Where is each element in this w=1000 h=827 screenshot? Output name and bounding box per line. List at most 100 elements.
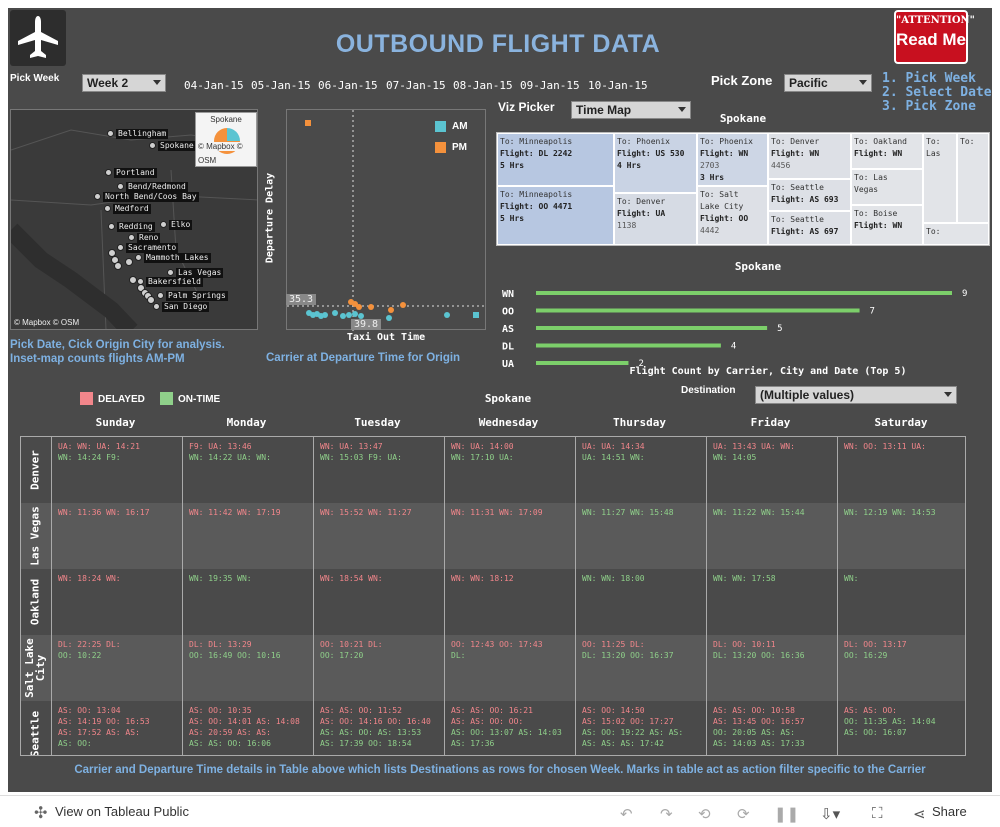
departure-entry[interactable]: DL: 13:20 OO: 16:37	[582, 650, 700, 661]
departure-entry[interactable]: AS: AS: OO: 16:06	[189, 738, 307, 749]
treemap-cell[interactable]: To: Las Vegas	[851, 169, 923, 205]
departure-entry[interactable]: WN: 18:54 WN:	[320, 573, 438, 584]
departure-entry[interactable]: WN: 12:19 WN: 14:53	[844, 507, 961, 518]
calendar-cell[interactable]: WN: OO: 13:11 UA:	[837, 437, 965, 503]
departure-entry[interactable]: OO: 17:20	[320, 650, 438, 661]
departure-entry[interactable]: AS: 15:02 OO: 17:27	[582, 716, 700, 727]
undo-icon[interactable]: ↶	[620, 805, 633, 823]
date-item[interactable]: 07-Jan-15	[386, 79, 453, 92]
calendar-cell[interactable]: WN: WN: 18:12	[444, 569, 575, 635]
departure-entry[interactable]: AS: AS: OO: AS: 13:53	[320, 727, 438, 738]
departure-entry[interactable]: OO: 11:25 DL:	[582, 639, 700, 650]
calendar-cell[interactable]: OO: 11:25 DL: DL: 13:20 OO: 16:37	[575, 635, 706, 701]
departure-entry[interactable]: WN: WN: 17:58	[713, 573, 831, 584]
calendar-cell[interactable]: AS: OO: 13:04 AS: 14:19 OO: 16:53 AS: 17:5…	[51, 701, 182, 755]
departure-entry[interactable]: WN: 11:22 WN: 15:44	[713, 507, 831, 518]
departure-entry[interactable]: AS: AS: OO: OO:	[451, 716, 569, 727]
departure-entry[interactable]: AS: OO:	[58, 738, 176, 749]
departure-entry[interactable]: UA: 14:51 WN:	[582, 452, 700, 463]
scatter-plot[interactable]: AM PM 35.3 39.8	[286, 109, 487, 331]
carrier-bar[interactable]	[536, 343, 721, 348]
calendar-cell[interactable]: OO: 12:43 OO: 17:43 DL:	[444, 635, 575, 701]
departure-entry[interactable]: WN: 11:42 WN: 17:19	[189, 507, 307, 518]
departure-entry[interactable]: DL: OO: 13:17	[844, 639, 961, 650]
calendar-cell[interactable]: WN: 11:27 WN: 15:48	[575, 503, 706, 569]
departure-entry[interactable]: WN: WN: 18:00	[582, 573, 700, 584]
departure-entry[interactable]: AS: OO: 19:22 AS: AS:	[582, 727, 700, 738]
departure-entry[interactable]: WN: 15:52 WN: 11:27	[320, 507, 438, 518]
calendar-cell[interactable]: AS: AS: OO: 16:21 AS: AS: OO: OO: AS: OO: …	[444, 701, 575, 755]
calendar-cell[interactable]: UA: 13:43 UA: WN: WN: 14:05	[706, 437, 837, 503]
departure-entry[interactable]: OO: 16:29	[844, 650, 961, 661]
departure-entry[interactable]: AS: 17:36	[451, 738, 569, 749]
treemap-cell[interactable]: To: Seattle Flight: AS 697	[768, 211, 851, 245]
date-item[interactable]: 05-Jan-15	[251, 79, 318, 92]
treemap-cell[interactable]: To: Salt Lake City Flight: OO 4442	[697, 186, 768, 245]
departure-entry[interactable]: AS: 20:59 AS: AS:	[189, 727, 307, 738]
calendar-cell[interactable]: WN: 19:35 WN:	[182, 569, 313, 635]
calendar-cell[interactable]: OO: 10:21 DL: OO: 17:20	[313, 635, 444, 701]
departure-entry[interactable]: WN: OO: 13:11 UA:	[844, 441, 961, 452]
departure-entry[interactable]: WN: 18:24 WN:	[58, 573, 176, 584]
calendar-cell[interactable]: WN: 18:24 WN:	[51, 569, 182, 635]
departure-entry[interactable]: WN: 15:03 F9: UA:	[320, 452, 438, 463]
destination-dropdown[interactable]: (Multiple values)	[755, 386, 957, 404]
date-item[interactable]: 10-Jan-15	[588, 79, 658, 92]
treemap-cell[interactable]: To: Boise Flight: WN	[851, 205, 923, 245]
carrier-bar[interactable]	[536, 308, 860, 313]
calendar-cell[interactable]: WN: 11:31 WN: 17:09	[444, 503, 575, 569]
departure-entry[interactable]: DL: OO: 10:11	[713, 639, 831, 650]
departure-entry[interactable]: AS: AS: AS: 17:42	[582, 738, 700, 749]
calendar-cell[interactable]: AS: AS: OO: 10:58 AS: 13:45 OO: 16:57 OO: …	[706, 701, 837, 755]
carrier-bar[interactable]	[536, 291, 952, 295]
date-item[interactable]: 08-Jan-15	[453, 79, 520, 92]
calendar-cell[interactable]: DL: DL: 13:29 OO: 16:49 OO: 10:16	[182, 635, 313, 701]
calendar-cell[interactable]: DL: OO: 10:11 DL: 13:20 OO: 16:36	[706, 635, 837, 701]
departure-entry[interactable]: AS: OO: 13:07 AS: 14:03	[451, 727, 569, 738]
carrier-bar[interactable]	[536, 326, 768, 330]
treemap-cell[interactable]: To: Las	[923, 133, 957, 223]
calendar-cell[interactable]: WN: WN: 17:58	[706, 569, 837, 635]
departure-entry[interactable]: AS: AS: OO: 16:21	[451, 705, 569, 716]
departure-entry[interactable]: UA: WN: UA: 14:21	[58, 441, 176, 452]
departure-entry[interactable]: AS: OO: 14:50	[582, 705, 700, 716]
departure-entry[interactable]: WN: UA: 13:47	[320, 441, 438, 452]
departure-entry[interactable]: OO: 20:05 AS: AS:	[713, 727, 831, 738]
calendar-cell[interactable]: UA: WN: UA: 14:21 WN: 14:24 F9:	[51, 437, 182, 503]
fullscreen-icon[interactable]: ⛶	[872, 805, 883, 822]
departure-entry[interactable]: WN: 11:27 WN: 15:48	[582, 507, 700, 518]
download-icon[interactable]: ⇩▾	[820, 805, 840, 823]
departure-entry[interactable]: WN: UA: 14:00	[451, 441, 569, 452]
calendar-cell[interactable]: AS: OO: 14:50 AS: 15:02 OO: 17:27 AS: OO: …	[575, 701, 706, 755]
calendar-cell[interactable]: AS: AS: OO: 11:52 AS: OO: 14:16 OO: 16:40…	[313, 701, 444, 755]
calendar-cell[interactable]: DL: OO: 13:17 OO: 16:29	[837, 635, 965, 701]
treemap-cell[interactable]: To: Phoenix Flight: US 530 4 Hrs	[614, 133, 697, 193]
treemap-cell[interactable]: To:	[957, 133, 989, 223]
time-map-treemap[interactable]: To: Minneapolis Flight: DL 2242 5 Hrs To: …	[496, 132, 990, 246]
departure-entry[interactable]: OO: 10:22	[58, 650, 176, 661]
calendar-cell[interactable]: F9: UA: 13:46 WN: 14:22 UA: WN:	[182, 437, 313, 503]
departure-entry[interactable]: AS: OO: 16:07	[844, 727, 961, 738]
departure-entry[interactable]: AS: 14:03 AS: 17:33	[713, 738, 831, 749]
date-item[interactable]: 06-Jan-15	[318, 79, 386, 92]
departure-entry[interactable]: OO: 16:49 OO: 10:16	[189, 650, 307, 661]
departure-entry[interactable]: DL:	[451, 650, 569, 661]
departure-entry[interactable]: WN: 14:24 F9:	[58, 452, 176, 463]
departure-entry[interactable]: OO: 10:21 DL:	[320, 639, 438, 650]
treemap-cell[interactable]: To: Minneapolis Flight: DL 2242 5 Hrs	[497, 133, 614, 186]
departure-entry[interactable]: AS: AS: OO:	[844, 705, 961, 716]
departure-entry[interactable]: AS: OO: 10:35	[189, 705, 307, 716]
calendar-cell[interactable]: AS: AS: OO: OO: 11:35 AS: 14:04 AS: OO: 16…	[837, 701, 965, 755]
calendar-cell[interactable]: AS: OO: 10:35 AS: OO: 14:01 AS: 14:08 AS: …	[182, 701, 313, 755]
treemap-cell[interactable]: To: Seattle Flight: AS 693	[768, 179, 851, 211]
departure-entry[interactable]: WN: 19:35 WN:	[189, 573, 307, 584]
departure-entry[interactable]: F9: UA: 13:46	[189, 441, 307, 452]
revert-icon[interactable]: ⟲	[698, 805, 711, 823]
calendar-cell[interactable]: WN: WN: 18:00	[575, 569, 706, 635]
read-me-button[interactable]: "ATTENTION" Read Me	[894, 10, 975, 64]
departure-entry[interactable]: WN: 14:22 UA: WN:	[189, 452, 307, 463]
view-on-tableau-link[interactable]: View on Tableau Public	[55, 804, 189, 819]
treemap-cell[interactable]: To:	[923, 223, 989, 245]
share-icon[interactable]: ⋖	[913, 805, 926, 823]
departure-entry[interactable]: AS: OO: 14:16 OO: 16:40	[320, 716, 438, 727]
